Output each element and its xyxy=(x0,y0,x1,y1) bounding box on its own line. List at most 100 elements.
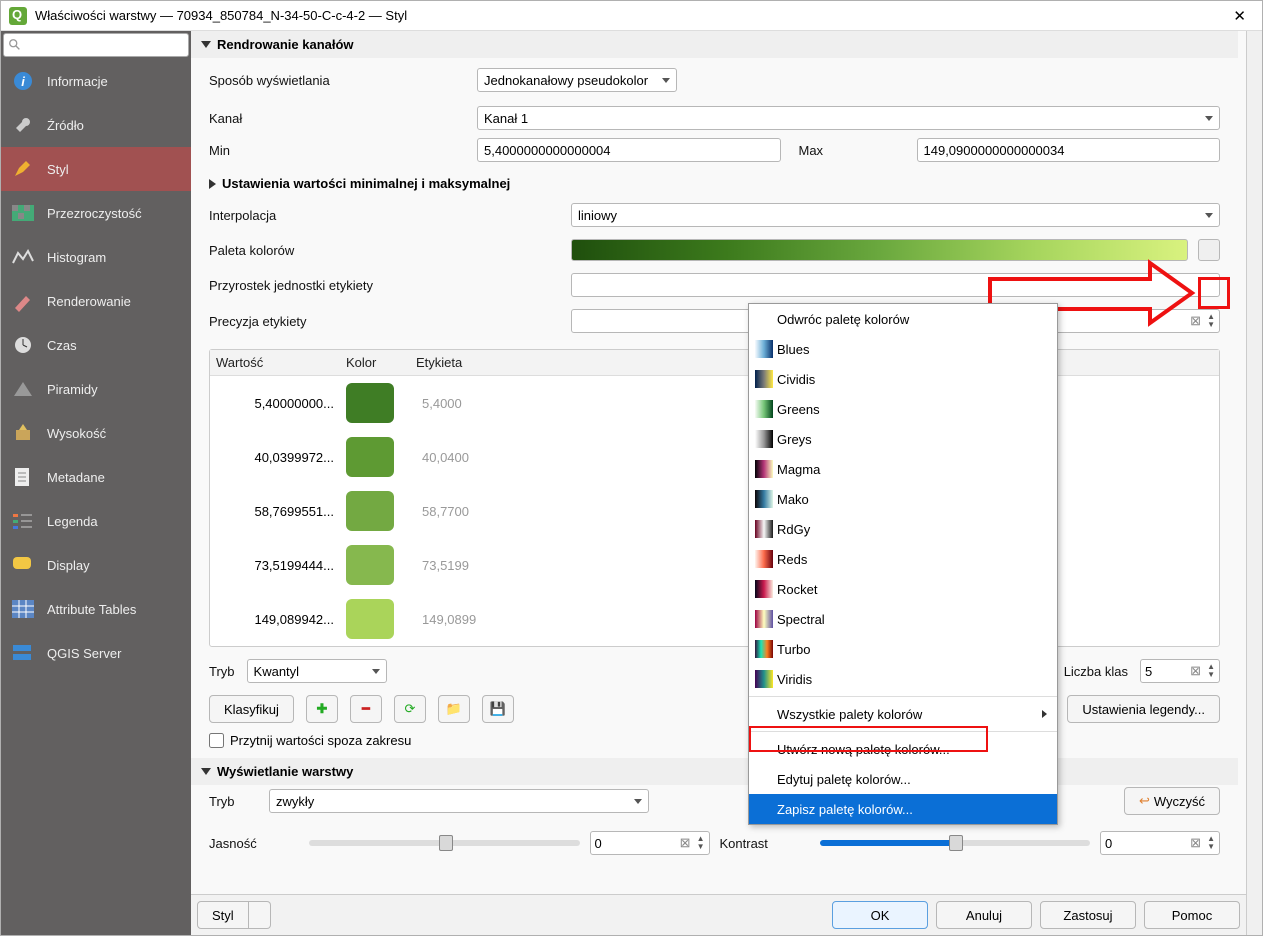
color-ramp[interactable] xyxy=(571,239,1188,261)
sidebar: iInformacje Źródło Styl Przezroczystość … xyxy=(1,31,191,935)
sidebar-item-przezroczystosc[interactable]: Przezroczystość xyxy=(1,191,191,235)
menu-palette-item[interactable]: Blues xyxy=(749,334,1057,364)
menu-palette-item[interactable]: Rocket xyxy=(749,574,1057,604)
interpolation-combo[interactable]: liniowy xyxy=(571,203,1220,227)
sidebar-item-wysokosc[interactable]: Wysokość xyxy=(1,411,191,455)
style-split-button[interactable]: Styl xyxy=(197,901,271,929)
menu-palette-item[interactable]: Greens xyxy=(749,394,1057,424)
search-input[interactable] xyxy=(3,33,189,57)
cell-color[interactable] xyxy=(346,491,416,531)
sidebar-item-legenda[interactable]: Legenda xyxy=(1,499,191,543)
clear-icon[interactable]: ⊠ xyxy=(680,835,691,851)
main-panel: Rendrowanie kanałów Sposób wyświetlania … xyxy=(191,31,1246,935)
menu-palette-item[interactable]: Viridis xyxy=(749,664,1057,694)
apply-button[interactable]: Zastosuj xyxy=(1040,901,1136,929)
sidebar-item-informacje[interactable]: iInformacje xyxy=(1,59,191,103)
brightness-label: Jasność xyxy=(209,836,299,851)
sidebar-item-histogram[interactable]: Histogram xyxy=(1,235,191,279)
save-icon: 💾 xyxy=(490,701,506,717)
cell-color[interactable] xyxy=(346,383,416,423)
table-row[interactable]: 40,0399972...40,0400 xyxy=(210,430,1219,484)
sidebar-label: Metadane xyxy=(47,470,105,485)
pyramid-icon xyxy=(11,377,35,401)
sidebar-item-piramidy[interactable]: Piramidy xyxy=(1,367,191,411)
classes-spinner[interactable]: 5⊠▲▼ xyxy=(1140,659,1220,683)
section-render-channels[interactable]: Rendrowanie kanałów xyxy=(191,31,1238,58)
cell-value: 5,40000000... xyxy=(216,396,346,411)
spinner-buttons[interactable]: ▲▼ xyxy=(1207,663,1215,679)
scrollbar[interactable] xyxy=(1246,31,1262,935)
cell-color[interactable] xyxy=(346,437,416,477)
spinner-buttons[interactable]: ▲▼ xyxy=(1207,313,1215,329)
save-table-button[interactable]: 💾 xyxy=(482,695,514,723)
menu-palette-item[interactable]: Turbo xyxy=(749,634,1057,664)
section-minmax[interactable]: Ustawienia wartości minimalnej i maksyma… xyxy=(209,170,1220,197)
render-mode-combo[interactable]: Jednokanałowy pseudokolor xyxy=(477,68,677,92)
style-button[interactable]: Styl xyxy=(197,901,249,929)
close-icon[interactable]: ✕ xyxy=(1225,7,1254,25)
col-value[interactable]: Wartość xyxy=(216,355,346,370)
sidebar-item-attribute-tables[interactable]: Attribute Tables xyxy=(1,587,191,631)
menu-edit-palette[interactable]: Edytuj paletę kolorów... xyxy=(749,764,1057,794)
menu-palette-item[interactable]: Mako xyxy=(749,484,1057,514)
legend-settings-button[interactable]: Ustawienia legendy... xyxy=(1067,695,1220,723)
sidebar-item-renderowanie[interactable]: Renderowanie xyxy=(1,279,191,323)
color-ramp-dropdown[interactable] xyxy=(1198,239,1220,261)
classify-button[interactable]: Klasyfikuj xyxy=(209,695,294,723)
clear-icon[interactable]: ⊠ xyxy=(1190,663,1201,679)
clear-icon[interactable]: ⊠ xyxy=(1190,835,1201,851)
spinner-buttons[interactable]: ▲▼ xyxy=(697,835,705,851)
menu-all-palettes[interactable]: Wszystkie palety kolorów xyxy=(749,699,1057,729)
menu-save-palette[interactable]: Zapisz paletę kolorów... xyxy=(749,794,1057,824)
brightness-slider[interactable] xyxy=(309,840,580,846)
help-button[interactable]: Pomoc xyxy=(1144,901,1240,929)
sidebar-item-metadane[interactable]: Metadane xyxy=(1,455,191,499)
document-icon xyxy=(11,465,35,489)
histogram-icon xyxy=(11,245,35,269)
col-color[interactable]: Kolor xyxy=(346,355,416,370)
sidebar-item-display[interactable]: Display xyxy=(1,543,191,587)
section-layer-display[interactable]: Wyświetlanie warstwy xyxy=(191,758,1238,785)
table-row[interactable]: 58,7699551...58,7700 xyxy=(210,484,1219,538)
clip-label: Przytnij wartości spoza zakresu xyxy=(230,733,411,748)
table-row[interactable]: 73,5199444...73,5199 xyxy=(210,538,1219,592)
menu-palette-item[interactable]: RdGy xyxy=(749,514,1057,544)
table-row[interactable]: 5,40000000...5,4000 xyxy=(210,376,1219,430)
ok-button[interactable]: OK xyxy=(832,901,928,929)
contrast-slider[interactable] xyxy=(820,840,1091,846)
cell-value: 149,089942... xyxy=(216,612,346,627)
menu-palette-item[interactable]: Greys xyxy=(749,424,1057,454)
max-input[interactable] xyxy=(917,138,1221,162)
sidebar-item-czas[interactable]: Czas xyxy=(1,323,191,367)
sidebar-item-qgis-server[interactable]: QGIS Server xyxy=(1,631,191,675)
menu-invert[interactable]: Odwróc paletę kolorów xyxy=(749,304,1057,334)
menu-palette-item[interactable]: Magma xyxy=(749,454,1057,484)
palette-swatch-icon xyxy=(755,670,773,688)
menu-palette-item[interactable]: Reds xyxy=(749,544,1057,574)
cell-color[interactable] xyxy=(346,545,416,585)
table-row[interactable]: 149,089942...149,0899 xyxy=(210,592,1219,646)
clip-checkbox[interactable] xyxy=(209,733,224,748)
add-button[interactable]: ✚ xyxy=(306,695,338,723)
plus-icon: ✚ xyxy=(316,701,327,717)
refresh-button[interactable]: ⟳ xyxy=(394,695,426,723)
reset-button[interactable]: ↩ Wyczyść xyxy=(1124,787,1220,815)
style-dropdown[interactable] xyxy=(249,901,271,929)
menu-label: Spectral xyxy=(777,612,825,627)
sidebar-item-styl[interactable]: Styl xyxy=(1,147,191,191)
min-input[interactable] xyxy=(477,138,781,162)
cell-color[interactable] xyxy=(346,599,416,639)
menu-palette-item[interactable]: Spectral xyxy=(749,604,1057,634)
remove-button[interactable]: ━ xyxy=(350,695,382,723)
blend-combo[interactable]: zwykły xyxy=(269,789,649,813)
contrast-value[interactable]: 0⊠▲▼ xyxy=(1100,831,1220,855)
spinner-buttons[interactable]: ▲▼ xyxy=(1207,835,1215,851)
undo-icon: ↩ xyxy=(1139,793,1150,809)
sidebar-item-zrodlo[interactable]: Źródło xyxy=(1,103,191,147)
mode-combo[interactable]: Kwantyl xyxy=(247,659,387,683)
open-button[interactable]: 📁 xyxy=(438,695,470,723)
channel-combo[interactable]: Kanał 1 xyxy=(477,106,1220,130)
menu-palette-item[interactable]: Cividis xyxy=(749,364,1057,394)
cancel-button[interactable]: Anuluj xyxy=(936,901,1032,929)
brightness-value[interactable]: 0⊠▲▼ xyxy=(590,831,710,855)
